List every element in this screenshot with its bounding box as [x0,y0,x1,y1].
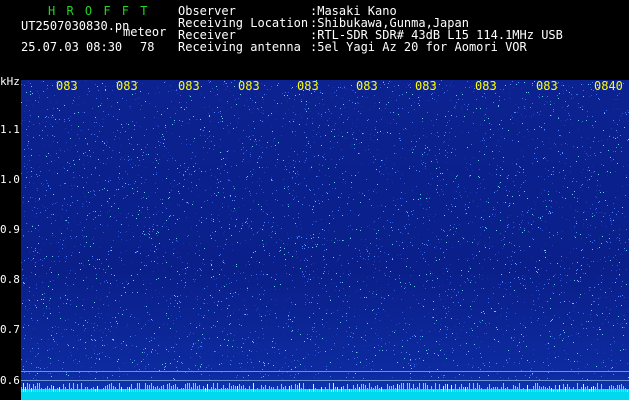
x-tick: 083 [56,79,78,93]
hrofft-logo: H R O F F T [48,4,150,18]
x-tick: 083 [116,79,138,93]
signal-trace [21,383,628,392]
x-tick: 083 [178,79,200,93]
x-tick: 083 [297,79,319,93]
x-tick: 083 [536,79,558,93]
spectrogram-noise [21,80,629,381]
filename-label: UT2507030830.pn [21,19,130,33]
x-tick: 0840 [594,79,623,93]
spectrogram [21,80,629,400]
y-tick: 0.6 [0,374,20,387]
y-tick: 0.7 [0,323,20,336]
guide-line [21,371,629,372]
header-panel: H R O F F T UT2507030830.pn meteor 25.07… [0,0,629,76]
x-tick: 083 [238,79,260,93]
antenna-value: :5el Yagi Az 20 for Aomori VOR [310,40,527,54]
meteor-label: meteor [123,25,167,39]
y-axis-unit: kHz [0,75,20,88]
y-tick: 0.8 [0,273,20,286]
y-axis: kHz 1.1 1.0 0.9 0.8 0.7 0.6 [0,76,21,400]
y-tick: 1.0 [0,173,20,186]
meteor-count: 78 [140,40,155,54]
y-tick: 1.1 [0,123,20,136]
x-tick: 083 [415,79,437,93]
antenna-label: Receiving antenna [178,40,301,54]
y-tick: 0.9 [0,223,20,236]
x-tick: 083 [475,79,497,93]
x-tick: 083 [356,79,378,93]
datetime-label: 25.07.03 08:30 [21,40,123,54]
